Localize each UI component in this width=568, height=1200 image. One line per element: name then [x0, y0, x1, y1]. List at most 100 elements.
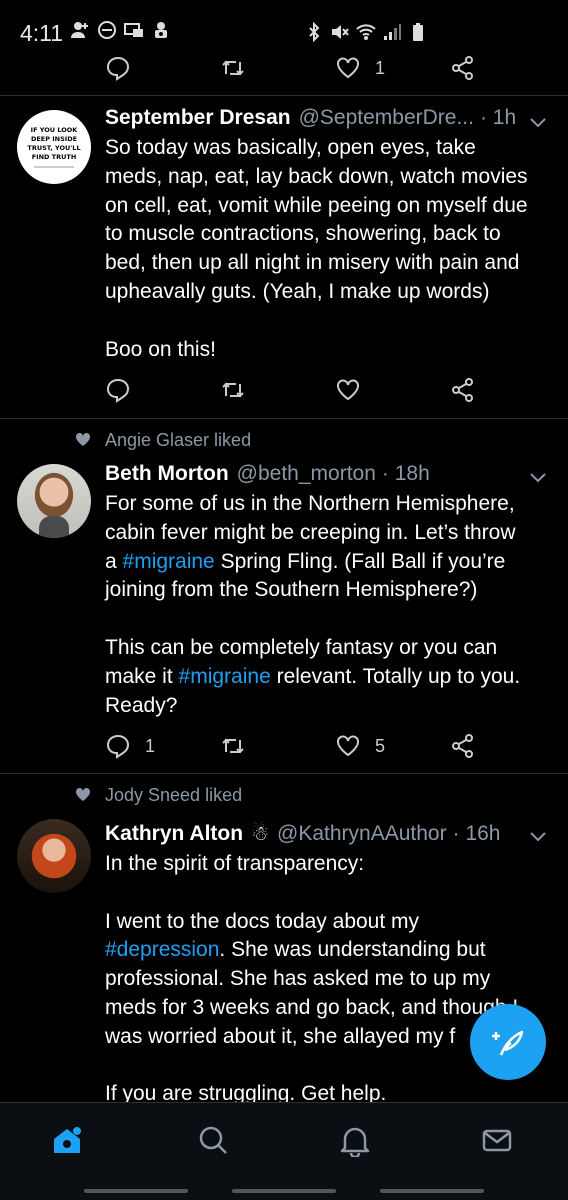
tweet-text-line: meds, nap, eat, lay back down, watch mov…: [105, 164, 528, 188]
avatar[interactable]: [17, 819, 91, 893]
heart-icon: [337, 57, 359, 79]
avatar-rule: [34, 166, 74, 168]
tweet-header: September Dresan @SeptemberDre... · 1h: [105, 106, 516, 130]
tweet-text-line: joining from the Southern Hemisphere?): [105, 578, 478, 602]
avatar-shoulders: [39, 516, 69, 538]
tweet-text-line: I went to the docs today about my: [105, 909, 420, 933]
tweet-text-line: make it #migraine relevant. Totally up t…: [105, 663, 555, 692]
retweet-button[interactable]: [220, 730, 246, 762]
user-handle[interactable]: @KathrynAAuthor: [277, 822, 447, 846]
avatar[interactable]: IF YOU LOOK DEEP INSIDE TRUST, YOU'LL FI…: [17, 110, 91, 184]
share-icon: [452, 734, 473, 758]
retweet-button[interactable]: [220, 374, 246, 406]
app-notification-icon: [155, 22, 167, 38]
retweet-button[interactable]: [220, 52, 246, 84]
tweet-text-line: Ready?: [105, 693, 178, 717]
heart-icon: [75, 787, 91, 801]
tweet-header: Kathryn Alton ☃ @KathrynAAuthor · 16h: [105, 821, 500, 846]
user-handle[interactable]: @SeptemberDre...: [299, 106, 474, 130]
bluetooth-icon: [309, 22, 320, 42]
reply-icon: [106, 734, 130, 759]
gesture-handle: [232, 1189, 336, 1193]
system-status-icons: [304, 22, 428, 42]
like-count: 5: [375, 735, 386, 756]
tweet-card[interactable]: IF YOU LOOK DEEP INSIDE TRUST, YOU'LL FI…: [0, 96, 568, 418]
tweet-text-line: In the spirit of transparency:: [105, 852, 365, 875]
tweet-card[interactable]: Angie Glaser liked Beth Morton @beth_mor…: [0, 419, 568, 773]
tweet-text-line: For some of us in the Northern Hemispher…: [105, 492, 515, 515]
hashtag-link[interactable]: #migraine: [123, 550, 215, 573]
reply-icon: [106, 378, 130, 403]
tweet-text-line: cabin fever might be creeping in. Let’s …: [105, 520, 516, 544]
like-count: 1: [375, 57, 386, 78]
tweet-text-line: So today was basically, open eyes, take: [105, 136, 476, 159]
tweet-action-bar: 1 5: [105, 730, 475, 762]
text-segment: make it: [105, 664, 179, 688]
messages-icon[interactable]: [480, 1123, 514, 1157]
retweet-icon: [222, 382, 244, 398]
reply-icon: [106, 56, 130, 81]
retweet-icon: [222, 60, 244, 76]
user-handle[interactable]: @beth_morton: [237, 462, 376, 486]
retweet-icon: [222, 738, 244, 754]
compose-tweet-button[interactable]: [470, 1004, 546, 1080]
tweet-text-line: professional. She has asked me to up my: [105, 967, 491, 991]
display-name[interactable]: September Dresan: [105, 106, 291, 130]
text-segment: relevant. Totally up to you.: [270, 664, 521, 688]
reply-button[interactable]: [105, 52, 131, 84]
chevron-down-icon[interactable]: [528, 826, 548, 846]
tweet-text-line: #depression. She was understanding but: [105, 936, 555, 965]
compose-feather-icon: [492, 1030, 524, 1056]
liked-by-text[interactable]: Angie Glaser liked: [105, 430, 251, 451]
reply-button[interactable]: [105, 374, 131, 406]
tweet-text-line: to muscle contractions, showering, back …: [105, 222, 501, 246]
notification-icons: [70, 20, 171, 40]
tweet-text-line: a #migraine Spring Fling. (Fall Ball if …: [105, 548, 555, 577]
status-bar: 4:11: [0, 0, 568, 56]
tweet-action-bar: 1: [105, 52, 475, 84]
bottom-nav: [0, 1102, 568, 1200]
hashtag-link[interactable]: #depression: [105, 938, 219, 961]
social-context: Jody Sneed liked: [75, 783, 242, 807]
hashtag-link[interactable]: #migraine: [179, 665, 271, 688]
tweet-text-line: This can be completely fantasy or you ca…: [105, 635, 498, 659]
chevron-down-icon[interactable]: [528, 467, 548, 487]
display-name[interactable]: Beth Morton: [105, 462, 229, 486]
like-button[interactable]: 1: [335, 52, 385, 84]
tweet-text-line: Boo on this!: [105, 337, 216, 361]
chevron-down-icon[interactable]: [528, 112, 548, 132]
social-context: Angie Glaser liked: [75, 428, 251, 452]
tweet-time: · 18h: [381, 462, 430, 485]
home-icon[interactable]: [50, 1123, 84, 1157]
tweet-time: · 1h: [479, 106, 517, 129]
tweet-action-bar: [105, 374, 475, 406]
text-segment: Spring Fling. (Fall Ball if you’re: [214, 549, 506, 573]
snowman-icon: ☃: [251, 823, 269, 845]
search-icon[interactable]: [196, 1123, 230, 1157]
tweet-text-line: bed, then up all night in misery with pa…: [105, 251, 520, 275]
share-button[interactable]: [450, 374, 476, 406]
share-button[interactable]: [450, 730, 476, 762]
wifi-icon: [356, 24, 376, 40]
display-name[interactable]: Kathryn Alton: [105, 822, 243, 846]
share-icon: [452, 56, 473, 80]
reply-button[interactable]: 1: [105, 730, 155, 762]
tweet-text-line: upheavally guts. (Yeah, I make up words): [105, 279, 490, 303]
battery-icon: [413, 23, 423, 41]
heart-icon: [337, 379, 359, 401]
liked-by-text[interactable]: Jody Sneed liked: [105, 785, 242, 806]
tweet-text: So today was basically, open eyes, take …: [105, 134, 555, 364]
signal-icon: [384, 24, 401, 40]
like-button[interactable]: [335, 374, 361, 406]
text-segment: . She was understanding but: [219, 938, 486, 962]
gesture-handle: [380, 1189, 484, 1193]
share-icon: [452, 378, 473, 402]
avatar[interactable]: [17, 464, 91, 538]
like-button[interactable]: 5: [335, 730, 385, 762]
do-not-disturb-icon: [98, 21, 116, 39]
share-button[interactable]: [450, 52, 476, 84]
notifications-bell-icon[interactable]: [338, 1123, 372, 1157]
status-time: 4:11: [20, 20, 64, 46]
